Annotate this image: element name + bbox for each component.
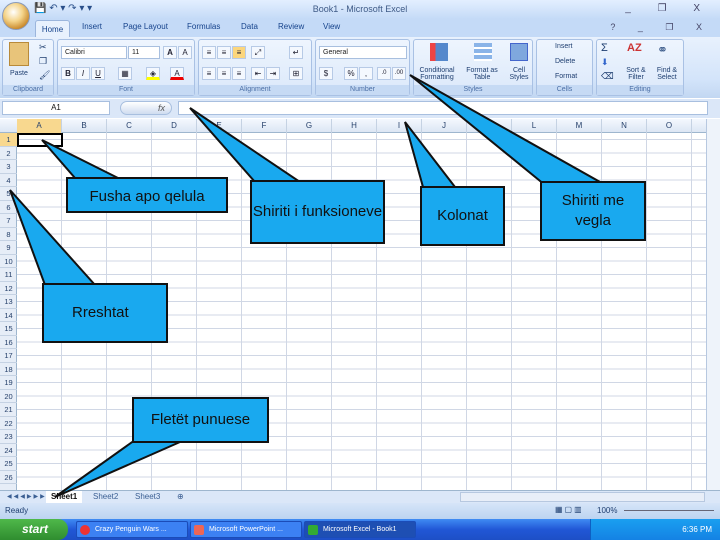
pointer-sheets (54, 438, 181, 498)
callout-rows: Rreshtat (42, 283, 168, 343)
pointer-cell (41, 139, 119, 179)
callout-cell: Fusha apo qelula (66, 177, 228, 213)
callout-pointers (9, 74, 604, 498)
pointer-formula-bar (189, 107, 304, 183)
callout-formula-bar: Shiriti i funksioneve (250, 180, 385, 244)
callout-sheets: Fletët punuese (132, 397, 269, 443)
pointer-columns (404, 121, 458, 188)
callout-columns: Kolonat (420, 186, 505, 246)
callout-ribbon: Shiriti me vegla (540, 181, 646, 241)
